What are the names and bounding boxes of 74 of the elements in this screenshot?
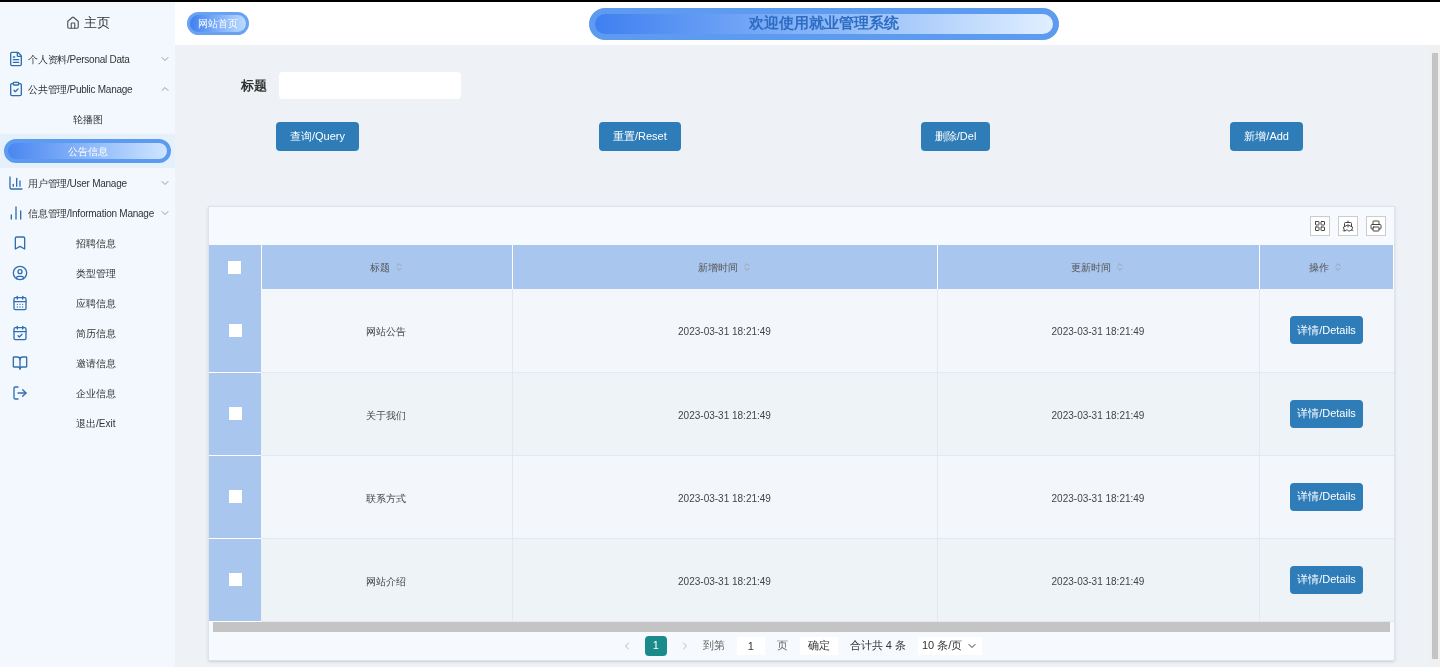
horizontal-scrollbar[interactable] (213, 621, 1390, 632)
clipboard-icon (8, 81, 24, 97)
row-checkbox[interactable] (228, 323, 242, 337)
table-cell: 2023-03-31 18:21:49 (1051, 492, 1145, 504)
calendar-check-icon (12, 325, 28, 341)
sort-icon (1115, 262, 1125, 272)
menu-item[interactable]: 招聘信息 (0, 228, 175, 258)
sort-icon (1333, 262, 1344, 272)
page-size-select[interactable]: 10 条/页 (917, 636, 983, 655)
action-button[interactable]: 查询/Query (276, 122, 359, 151)
table-cell: 2023-03-31 18:21:49 (678, 492, 771, 504)
welcome-banner: 欢迎使用就业管理系统 (589, 7, 1059, 40)
menu-group[interactable]: 公共管理/Public Manage (0, 74, 175, 104)
ship-icon (1342, 220, 1354, 232)
row-checkbox[interactable] (228, 490, 242, 503)
select-all-checkbox[interactable] (228, 260, 242, 274)
sort-icon (741, 262, 752, 272)
confirm-button[interactable]: 确定 (799, 636, 838, 655)
chart-icon (8, 205, 24, 221)
table-cell: 2023-03-31 18:21:49 (678, 326, 771, 338)
details-button[interactable]: 详情/Details (1290, 565, 1363, 594)
menu-group[interactable]: 信息管理/Information Manage (0, 198, 175, 228)
table-cell: 关于我们 (366, 409, 407, 421)
menu-item[interactable]: 企业信息 (0, 378, 175, 408)
table-cell: 2023-03-31 18:21:49 (1051, 575, 1145, 587)
table-cell: 联系方式 (366, 492, 407, 504)
home-icon (65, 16, 80, 30)
logout-icon (12, 385, 28, 401)
details-button[interactable]: 详情/Details (1290, 399, 1363, 428)
grid-icon (1314, 220, 1326, 232)
column-header[interactable]: 标题 (369, 259, 404, 275)
grid-view-button[interactable] (1310, 216, 1330, 236)
menu-item[interactable]: 邀请信息 (0, 348, 175, 378)
table-cell: 2023-03-31 18:21:49 (678, 409, 771, 421)
details-button[interactable]: 详情/Details (1290, 316, 1363, 345)
menu-item[interactable]: 轮播图 (72, 111, 103, 127)
page-input[interactable]: 1 (736, 636, 765, 655)
column-header[interactable]: 新增时间 (697, 259, 752, 275)
row-checkbox[interactable] (228, 573, 242, 586)
total-count: 合计共 4 条 (849, 638, 906, 654)
sort-icon (393, 262, 404, 272)
bookmark-icon (12, 235, 28, 251)
search-label: 标题 (241, 76, 267, 95)
vertical-scrollbar[interactable] (1430, 45, 1440, 667)
goto-label: 到第 (702, 638, 725, 654)
table-cell: 2023-03-31 18:21:49 (1051, 409, 1145, 421)
calendar-icon (12, 295, 28, 311)
menu-item[interactable]: 应聘信息 (0, 288, 175, 318)
page-unit: 页 (776, 638, 788, 654)
column-header[interactable]: 操作 (1309, 259, 1344, 275)
action-button[interactable]: 新增/Add (1230, 122, 1303, 151)
bar-chart-icon (8, 175, 24, 191)
menu-group[interactable]: 用户管理/User Manage (0, 168, 175, 198)
menu-item[interactable]: 简历信息 (0, 318, 175, 348)
menu-item[interactable]: 类型管理 (0, 258, 175, 288)
action-button[interactable]: 删除/Del (920, 122, 991, 151)
table-cell: 网站介绍 (366, 575, 407, 587)
print-icon (1370, 220, 1382, 232)
menu-group[interactable]: 个人资料/Personal Data (0, 44, 175, 74)
column-header[interactable]: 更新时间 (1071, 259, 1125, 275)
table-cell: 2023-03-31 18:21:49 (678, 575, 771, 587)
print-button[interactable] (1366, 216, 1386, 236)
action-button[interactable]: 重置/Reset (599, 122, 681, 151)
table-cell: 网站公告 (366, 326, 407, 338)
export-button[interactable] (1338, 216, 1358, 236)
menu-item[interactable]: 退出/Exit (0, 408, 175, 438)
user-icon (12, 265, 28, 281)
page-number[interactable]: 1 (644, 635, 667, 656)
details-button[interactable]: 详情/Details (1290, 482, 1363, 511)
home-link[interactable]: 主页 (83, 13, 110, 33)
book-icon (12, 355, 28, 371)
row-checkbox[interactable] (228, 407, 242, 420)
table-cell: 2023-03-31 18:21:49 (1051, 326, 1145, 338)
document-icon (8, 51, 24, 67)
